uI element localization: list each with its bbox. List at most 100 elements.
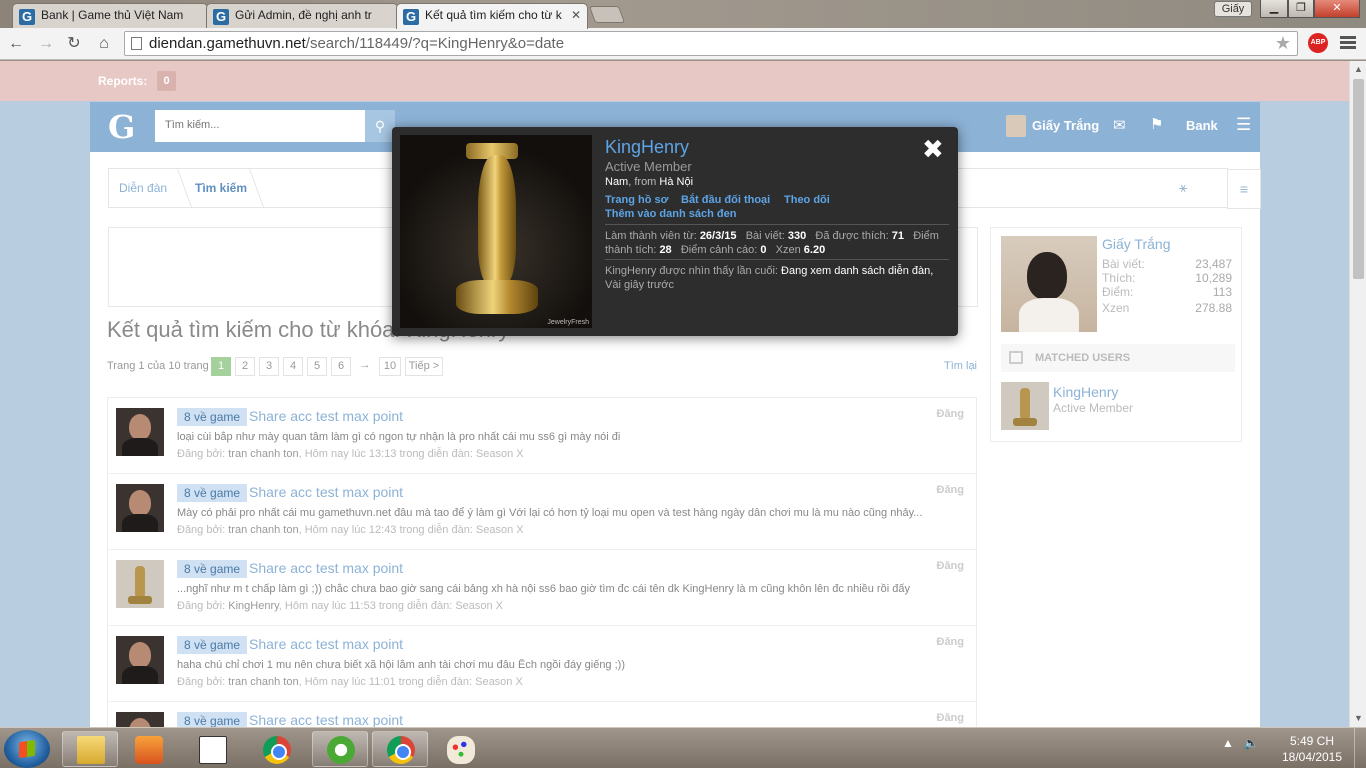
divider — [605, 259, 949, 260]
thread-prefix-badge[interactable]: 8 về game — [177, 408, 248, 426]
clock-date: 18/04/2015 — [1281, 750, 1343, 764]
browser-tab[interactable]: G Gửi Admin, đề nghị anh tr — [206, 3, 398, 28]
start-button-windows-icon[interactable] — [4, 730, 50, 768]
thread-prefix-badge[interactable]: 8 về game — [177, 560, 248, 578]
taskbar-chrome[interactable] — [248, 731, 304, 767]
reports-label[interactable]: Reports: — [98, 74, 147, 88]
result-type-label: Đăng — [936, 408, 965, 420]
page-link[interactable]: 5 — [307, 357, 327, 376]
user-avatar[interactable] — [1006, 115, 1026, 137]
search-again-link[interactable]: Tìm lại — [944, 360, 977, 372]
reports-count-badge[interactable]: 0 — [157, 71, 176, 91]
search-result: 8 về game Share acc test max point Đăng — [108, 702, 976, 727]
address-url[interactable]: diendan.gamethuvn.net/search/118449/?q=K… — [149, 35, 564, 52]
next-page-button[interactable]: Tiếp > — [405, 357, 443, 376]
result-title-link[interactable]: Share acc test max point — [249, 712, 403, 727]
author-avatar[interactable] — [116, 712, 164, 727]
scroll-down-arrow-icon[interactable]: ▼ — [1354, 713, 1363, 723]
close-icon[interactable]: ✖ — [922, 136, 944, 162]
page-link[interactable]: 10 — [379, 357, 401, 376]
author-avatar[interactable] — [116, 636, 164, 684]
browser-tab[interactable]: G Bank | Game thủ Việt Nam — [12, 3, 208, 28]
chrome-menu-icon[interactable] — [1340, 34, 1356, 54]
author-link[interactable]: tran chanh ton — [228, 524, 298, 536]
windows-taskbar: ▲ 🔈 5:49 CH 18/04/2015 — [0, 727, 1366, 768]
address-bar[interactable]: diendan.gamethuvn.net/search/118449/?q=K… — [124, 31, 1298, 56]
page-skip-arrow-icon[interactable]: → — [355, 357, 375, 376]
scroll-up-arrow-icon[interactable]: ▲ — [1354, 64, 1363, 74]
list-view-icon[interactable]: ≡ — [1227, 169, 1261, 209]
home-icon[interactable]: ⌂ — [94, 34, 114, 54]
page-link[interactable]: 3 — [259, 357, 279, 376]
last-activity-link[interactable]: Đang xem danh sách diễn đàn, — [781, 265, 933, 277]
thread-prefix-badge[interactable]: 8 về game — [177, 712, 248, 727]
page-link[interactable]: 6 — [331, 357, 351, 376]
author-avatar[interactable] — [116, 484, 164, 532]
taskbar-paint[interactable] — [432, 731, 488, 767]
back-arrow-icon[interactable]: ← — [6, 34, 26, 54]
taskbar-solitaire[interactable] — [184, 731, 240, 767]
show-desktop-button[interactable] — [1354, 728, 1366, 768]
adblock-plus-icon[interactable]: ABP — [1308, 33, 1328, 53]
taskbar-explorer[interactable] — [62, 731, 118, 767]
taskbar-green-app[interactable] — [312, 731, 368, 767]
author-avatar[interactable] — [116, 560, 164, 608]
page-scrollbar[interactable]: ▲ ▼ — [1349, 61, 1366, 727]
system-tray: ▲ 🔈 — [1222, 736, 1259, 750]
scrollbar-thumb[interactable] — [1353, 79, 1364, 279]
ignore-user-link[interactable]: Thêm vào danh sách đen — [605, 208, 736, 220]
breadcrumb-current[interactable]: Tìm kiếm — [195, 181, 247, 195]
search-icon[interactable]: ⚲ — [365, 110, 395, 142]
matched-user-avatar[interactable] — [1001, 382, 1049, 430]
new-tab-button[interactable] — [588, 6, 626, 23]
matched-user-name-link[interactable]: KingHenry — [1053, 384, 1118, 400]
chrome-icon — [263, 736, 291, 764]
taskbar-chrome-active[interactable] — [372, 731, 428, 767]
author-link[interactable]: tran chanh ton — [228, 448, 298, 460]
maximize-button[interactable]: ❐ — [1288, 0, 1314, 18]
visitor-avatar[interactable] — [1001, 236, 1097, 332]
thread-prefix-badge[interactable]: 8 về game — [177, 636, 248, 654]
member-avatar-large[interactable]: JewelryFresh — [400, 135, 592, 328]
author-link[interactable]: KingHenry — [228, 600, 279, 612]
breadcrumb-home[interactable]: Diễn đàn — [119, 181, 167, 195]
sitemap-icon[interactable]: ⚹ — [1179, 179, 1187, 196]
tab-close-icon[interactable]: ✕ — [571, 8, 581, 22]
member-name-link[interactable]: KingHenry — [605, 137, 689, 158]
bank-link[interactable]: Bank — [1186, 118, 1218, 133]
inbox-envelope-icon[interactable]: ✉ — [1113, 116, 1126, 134]
volume-speaker-icon[interactable]: 🔈 — [1244, 736, 1259, 750]
result-title-link[interactable]: Share acc test max point — [249, 408, 403, 424]
search-field[interactable] — [155, 110, 365, 142]
taskbar-media-player[interactable] — [120, 731, 176, 767]
hamburger-menu-icon[interactable]: ☰ — [1236, 115, 1251, 135]
page-link[interactable]: 2 — [235, 357, 255, 376]
browser-tab-active[interactable]: G Kết quả tìm kiếm cho từ k ✕ — [396, 3, 588, 29]
visitor-name-link[interactable]: Giấy Trắng — [1102, 236, 1170, 252]
search-input[interactable] — [155, 110, 355, 140]
browser-profile-button[interactable]: Giấy — [1214, 1, 1252, 17]
thread-prefix-badge[interactable]: 8 về game — [177, 484, 248, 502]
photo-watermark: JewelryFresh — [547, 319, 589, 326]
follow-link[interactable]: Theo dõi — [784, 194, 830, 206]
minimize-button[interactable]: ▁ — [1260, 0, 1288, 18]
start-conversation-link[interactable]: Bắt đầu đối thoại — [681, 194, 770, 206]
result-title-link[interactable]: Share acc test max point — [249, 560, 403, 576]
bookmark-star-icon[interactable]: ★ — [1275, 33, 1291, 54]
visitor-username[interactable]: Giấy Trắng — [1032, 118, 1099, 133]
window-close-button[interactable]: ✕ — [1314, 0, 1360, 18]
alerts-flag-icon[interactable]: ⚑ — [1150, 115, 1163, 133]
profile-page-link[interactable]: Trang hồ sơ — [605, 194, 668, 206]
author-avatar[interactable] — [116, 408, 164, 456]
author-link[interactable]: tran chanh ton — [228, 676, 298, 688]
reload-icon[interactable]: ↻ — [64, 34, 84, 54]
forward-arrow-icon[interactable]: → — [36, 34, 56, 54]
result-title-link[interactable]: Share acc test max point — [249, 484, 403, 500]
taskbar-clock[interactable]: 5:49 CH 18/04/2015 — [1280, 733, 1344, 765]
result-title-link[interactable]: Share acc test max point — [249, 636, 403, 652]
result-type-label: Đăng — [936, 712, 965, 724]
page-link-current[interactable]: 1 — [211, 357, 231, 376]
tray-expand-arrow-icon[interactable]: ▲ — [1222, 736, 1234, 750]
site-logo[interactable]: G — [108, 108, 135, 146]
page-link[interactable]: 4 — [283, 357, 303, 376]
